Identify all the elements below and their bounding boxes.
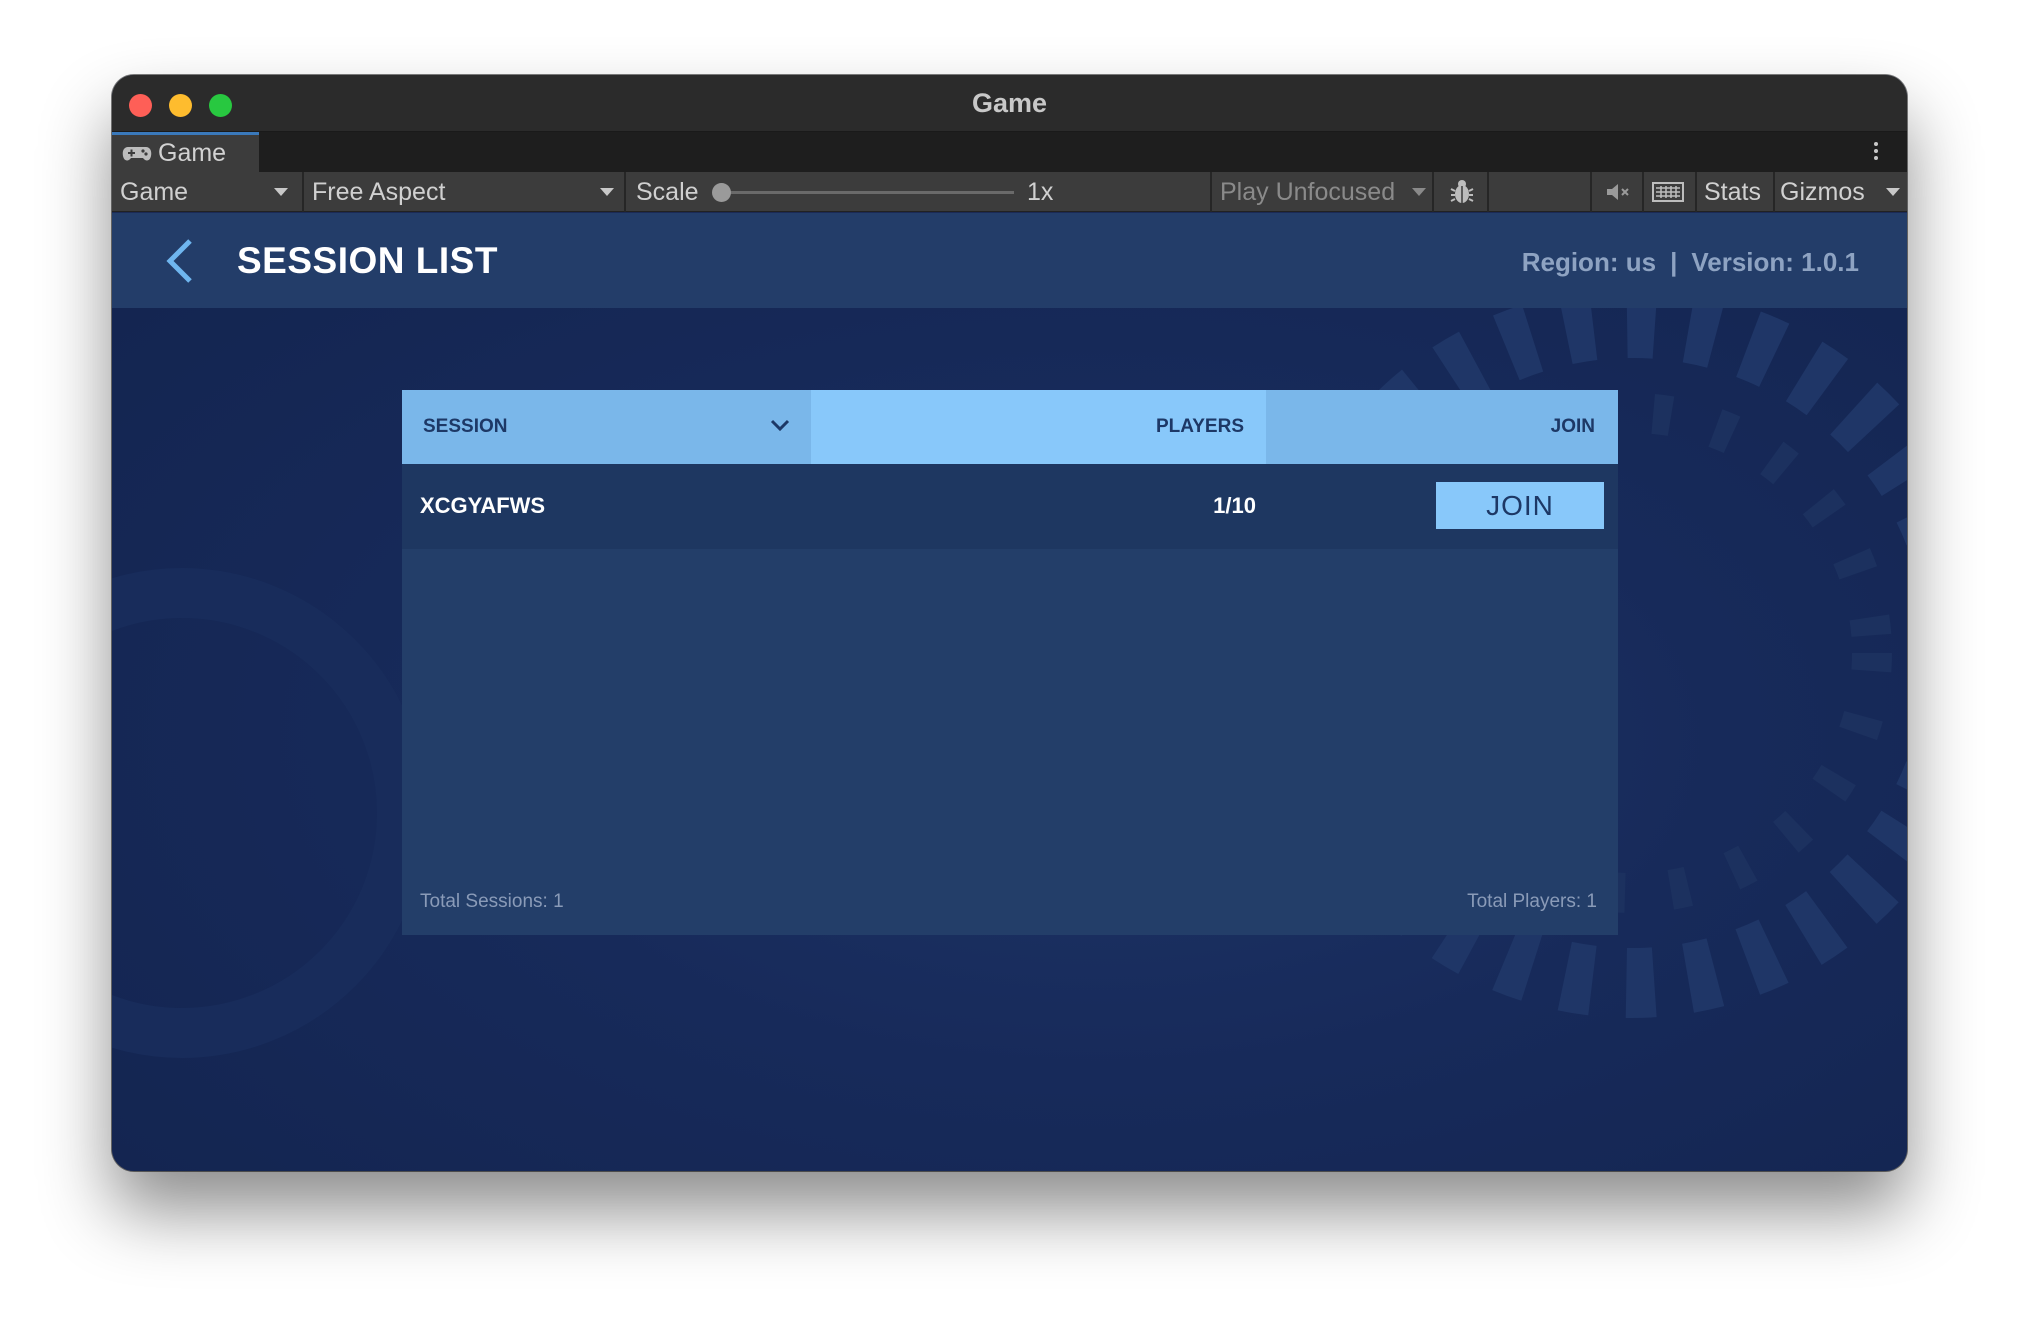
keyboard-icon[interactable] [1652, 172, 1684, 212]
title-bar: Game [112, 75, 1907, 132]
display-dropdown-value: Game [120, 177, 189, 206]
more-options-icon[interactable] [1874, 142, 1879, 162]
bug-icon[interactable] [1447, 172, 1477, 212]
region-label: Region: us [1521, 247, 1657, 277]
session-name-cell: XCGYAFWS [420, 493, 546, 518]
back-arrow-icon[interactable] [162, 237, 198, 285]
table-row: XCGYAFWS 1/10 JOIN [402, 464, 1618, 549]
chevron-down-icon [600, 188, 614, 196]
scale-label: Scale [636, 177, 699, 206]
scale-slider-track[interactable] [724, 191, 1014, 194]
game-window: Game Game Game Free Aspect Scale 1x Play… [112, 75, 1907, 1171]
chevron-down-icon [274, 188, 288, 196]
chevron-down-icon [1886, 188, 1900, 196]
play-mode-dropdown-value: Play Unfocused [1220, 177, 1396, 206]
session-table: SESSION PLAYERS JOIN XCGYAFWS 1/10 JOIN [402, 390, 1618, 935]
display-dropdown[interactable]: Game [120, 172, 295, 212]
tab-game-label: Game [158, 139, 227, 167]
chevron-down-icon [1412, 188, 1426, 196]
column-header-players: PLAYERS [811, 390, 1266, 464]
table-header: SESSION PLAYERS JOIN [402, 390, 1618, 464]
gizmos-button[interactable]: Gizmos [1780, 172, 1905, 212]
session-list-header: SESSION LIST Region: us | Version: 1.0.1 [112, 213, 1907, 308]
aspect-dropdown-value: Free Aspect [312, 177, 446, 206]
total-players-label: Total Players: 1 [1467, 891, 1597, 912]
tab-bar: Game [112, 132, 1907, 172]
page-title: SESSION LIST [237, 240, 498, 281]
info-separator: | [1670, 247, 1678, 277]
game-viewport: SESSION LIST Region: us | Version: 1.0.1 S… [112, 213, 1907, 1171]
gamepad-icon [122, 146, 152, 160]
stats-button[interactable]: Stats [1704, 172, 1761, 212]
mute-audio-icon[interactable] [1604, 172, 1632, 212]
column-header-join: JOIN [1266, 390, 1618, 464]
sort-chevron-down-icon[interactable] [770, 418, 790, 432]
join-session-button[interactable]: JOIN [1436, 482, 1604, 529]
players-count-cell: 1/10 [1213, 493, 1256, 518]
game-view-toolbar: Game Free Aspect Scale 1x Play Unfocused [112, 172, 1907, 212]
column-header-session[interactable]: SESSION [402, 390, 811, 464]
play-mode-dropdown[interactable]: Play Unfocused [1220, 172, 1430, 212]
region-version-info: Region: us | Version: 1.0.1 [1522, 247, 1859, 278]
window-title: Game [971, 88, 1048, 118]
version-label: Version: 1.0.1 [1691, 247, 1859, 277]
tab-game[interactable]: Game [112, 132, 259, 172]
decorative-ring-graphic-left [112, 568, 427, 1058]
scale-value: 1x [1027, 177, 1054, 206]
total-sessions-label: Total Sessions: 1 [420, 891, 564, 912]
scale-slider-handle[interactable] [712, 183, 731, 202]
